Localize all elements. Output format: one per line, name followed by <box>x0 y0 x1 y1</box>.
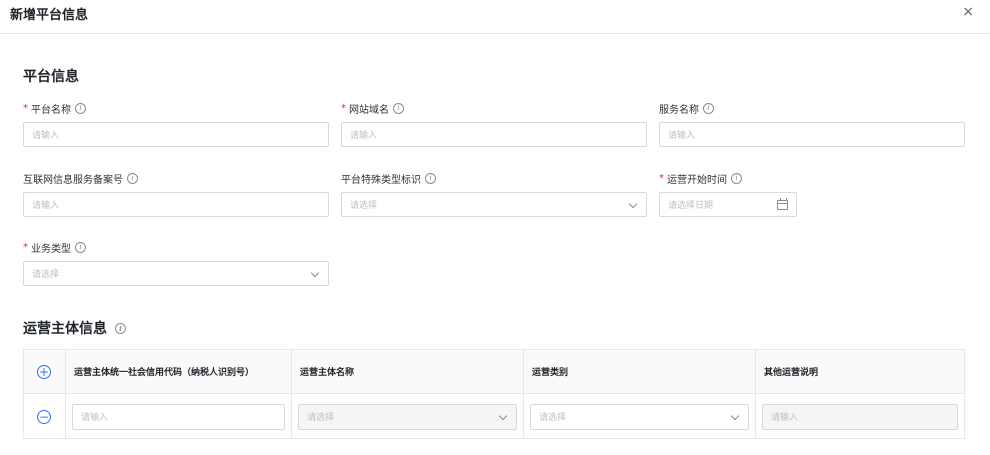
start-time-label-text: 运营开始时间 <box>667 174 727 186</box>
domain-input[interactable]: 请输入 <box>341 122 647 147</box>
operator-table: + 运营主体统一社会信用代码（纳税人识别号） 运营主体名称 运营类别 其他运营说… <box>23 349 965 439</box>
special-type-label-text: 平台特殊类型标识 <box>341 174 421 186</box>
chevron-down-icon <box>628 200 638 210</box>
service-name-label-text: 服务名称 <box>659 104 699 116</box>
required-mark: * <box>23 102 28 114</box>
business-type-field: * 业务类型 i 请选择 <box>23 240 329 286</box>
special-type-field: 平台特殊类型标识 i 请选择 <box>341 171 647 217</box>
other-cell: 请输入 <box>756 394 964 439</box>
section-title-operator-text: 运营主体信息 <box>23 321 107 337</box>
start-time-field: * 运营开始时间 i 请选择日期 <box>659 171 797 217</box>
info-icon[interactable]: i <box>425 172 436 184</box>
table-header-category: 运营类别 <box>524 350 756 393</box>
table-header-other: 其他运营说明 <box>756 350 964 393</box>
credit-code-input[interactable]: 请输入 <box>72 403 285 430</box>
section-title-platform-text: 平台信息 <box>23 69 79 85</box>
special-type-label: 平台特殊类型标识 i <box>341 171 647 186</box>
dialog-header: 新增平台信息 × <box>0 0 990 34</box>
column-header: 运营类别 <box>532 368 569 378</box>
operator-name-select[interactable]: 请选择 <box>298 403 517 430</box>
service-name-placeholder: 请输入 <box>668 131 696 141</box>
service-name-label: 服务名称 i <box>659 101 965 116</box>
table-header-credit-code: 运营主体统一社会信用代码（纳税人识别号） <box>66 350 292 393</box>
domain-label: * 网站域名 i <box>341 101 647 116</box>
info-icon[interactable]: i <box>75 102 86 114</box>
start-time-label: * 运营开始时间 i <box>659 171 797 186</box>
platform-name-field: * 平台名称 i 请输入 <box>23 101 329 147</box>
column-header: 运营主体名称 <box>300 368 355 378</box>
service-name-field: 服务名称 i 请输入 <box>659 101 965 147</box>
info-icon[interactable]: i <box>731 172 742 184</box>
platform-name-label-text: 平台名称 <box>31 104 71 116</box>
other-input[interactable]: 请输入 <box>762 403 958 430</box>
credit-code-placeholder: 请输入 <box>81 413 109 423</box>
row-action-cell: − <box>24 394 66 439</box>
business-type-label-text: 业务类型 <box>31 243 71 255</box>
category-select[interactable]: 请选择 <box>530 403 749 430</box>
required-mark: * <box>659 172 664 184</box>
special-type-placeholder: 请选择 <box>350 201 378 211</box>
other-placeholder: 请输入 <box>771 413 799 423</box>
calendar-icon <box>777 197 788 210</box>
special-type-select[interactable]: 请选择 <box>341 192 647 217</box>
section-title-platform: 平台信息 <box>23 66 79 86</box>
close-icon[interactable]: × <box>962 4 974 20</box>
info-icon[interactable]: i <box>393 102 404 114</box>
platform-name-input[interactable]: 请输入 <box>23 122 329 147</box>
chevron-down-icon <box>498 412 508 422</box>
icp-label-text: 互联网信息服务备案号 <box>23 174 123 186</box>
info-icon[interactable]: i <box>115 322 126 334</box>
credit-code-cell: 请输入 <box>66 394 292 439</box>
info-icon[interactable]: i <box>127 172 138 184</box>
add-row-icon[interactable]: + <box>37 364 51 379</box>
column-header: 运营主体统一社会信用代码（纳税人识别号） <box>74 368 255 378</box>
category-cell: 请选择 <box>524 394 756 439</box>
domain-field: * 网站域名 i 请输入 <box>341 101 647 147</box>
domain-label-text: 网站域名 <box>349 104 389 116</box>
operator-name-placeholder: 请选择 <box>307 413 335 423</box>
business-type-select[interactable]: 请选择 <box>23 261 329 286</box>
icp-label: 互联网信息服务备案号 i <box>23 171 329 186</box>
remove-row-icon[interactable]: − <box>37 409 51 424</box>
section-title-operator: 运营主体信息 i <box>23 318 126 338</box>
chevron-down-icon <box>730 412 740 422</box>
platform-name-placeholder: 请输入 <box>32 131 60 141</box>
start-time-datepicker[interactable]: 请选择日期 <box>659 192 797 217</box>
column-header: 其他运营说明 <box>764 368 819 378</box>
table-header: + 运营主体统一社会信用代码（纳税人识别号） 运营主体名称 运营类别 其他运营说… <box>24 350 964 394</box>
chevron-down-icon <box>310 269 320 279</box>
business-type-label: * 业务类型 i <box>23 240 329 255</box>
info-icon[interactable]: i <box>75 241 86 253</box>
required-mark: * <box>341 102 346 114</box>
icp-field: 互联网信息服务备案号 i 请输入 <box>23 171 329 217</box>
required-mark: * <box>23 241 28 253</box>
icp-placeholder: 请输入 <box>32 201 60 211</box>
service-name-input[interactable]: 请输入 <box>659 122 965 147</box>
table-header-operator-name: 运营主体名称 <box>292 350 524 393</box>
table-header-action: + <box>24 350 66 393</box>
operator-name-cell: 请选择 <box>292 394 524 439</box>
platform-name-label: * 平台名称 i <box>23 101 329 116</box>
business-type-placeholder: 请选择 <box>32 270 60 280</box>
domain-placeholder: 请输入 <box>350 131 378 141</box>
start-time-placeholder: 请选择日期 <box>668 201 714 211</box>
icp-input[interactable]: 请输入 <box>23 192 329 217</box>
info-icon[interactable]: i <box>703 102 714 114</box>
dialog-title: 新增平台信息 <box>10 8 89 23</box>
table-row: − 请输入 请选择 请选择 请输入 <box>24 394 964 439</box>
category-placeholder: 请选择 <box>539 413 567 423</box>
